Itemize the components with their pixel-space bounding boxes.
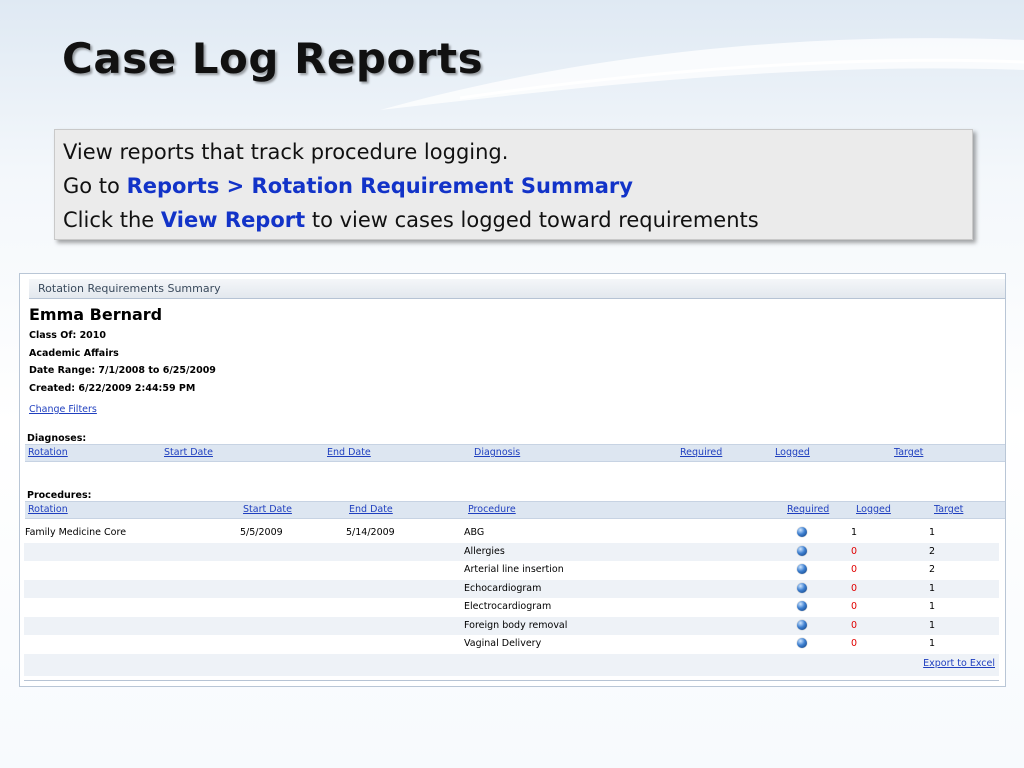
required-indicator-icon: [797, 527, 807, 537]
report-panel: Rotation Requirements Summary Emma Berna…: [19, 273, 1006, 687]
diagnoses-sort-start-date[interactable]: Start Date: [164, 447, 213, 458]
cell-logged: 1: [851, 527, 858, 538]
cell-target: 2: [929, 564, 936, 575]
cell-logged: 0: [851, 564, 858, 575]
table-row: Family Medicine Core 5/5/2009 5/14/2009 …: [24, 524, 999, 543]
callout-menu-path: Reports > Rotation Requirement Summary: [126, 174, 633, 198]
callout-line-1-text: View reports that track procedure loggin…: [63, 140, 509, 164]
required-indicator-icon: [797, 564, 807, 574]
table-row: Vaginal Delivery 0 1: [24, 635, 999, 654]
student-name: Emma Bernard: [29, 305, 163, 324]
cell-procedure: Allergies: [464, 545, 505, 557]
cell-procedure: Vaginal Delivery: [464, 638, 542, 649]
diagnoses-sort-end-date[interactable]: End Date: [327, 447, 371, 458]
procedures-sort-start-date[interactable]: Start Date: [243, 504, 292, 515]
diagnoses-column-headers: Rotation Start Date End Date Diagnosis R…: [25, 444, 1005, 462]
procedures-sort-required[interactable]: Required: [787, 504, 829, 515]
class-of: Class Of: 2010: [29, 330, 107, 341]
cell-logged: 0: [851, 601, 858, 612]
cell-rotation: Family Medicine Core: [25, 527, 127, 538]
procedures-sort-end-date[interactable]: End Date: [349, 504, 393, 515]
cell-target: 2: [929, 545, 936, 557]
procedures-sort-rotation[interactable]: Rotation: [28, 504, 68, 515]
report-footer: Export to Excel: [24, 654, 999, 676]
table-row: Allergies 0 2: [24, 542, 999, 561]
procedures-sort-procedure[interactable]: Procedure: [468, 504, 516, 515]
slide-title: Case Log Reports: [62, 34, 484, 83]
report-bottom-divider: [24, 680, 999, 681]
instruction-callout: View reports that track procedure loggin…: [54, 129, 973, 240]
table-row: Echocardiogram 0 1: [24, 579, 999, 598]
cell-target: 1: [929, 601, 936, 612]
callout-line-3-prefix: Click the: [63, 208, 161, 232]
cell-end-date: 5/14/2009: [346, 527, 395, 538]
diagnoses-sort-logged[interactable]: Logged: [775, 447, 810, 458]
callout-line-1: View reports that track procedure loggin…: [63, 137, 964, 171]
required-indicator-icon: [797, 619, 807, 630]
diagnoses-sort-rotation[interactable]: Rotation: [28, 447, 68, 458]
change-filters-link[interactable]: Change Filters: [29, 404, 97, 415]
cell-target: 1: [929, 638, 936, 649]
callout-line-3-suffix: to view cases logged toward requirements: [305, 208, 759, 232]
procedures-column-headers: Rotation Start Date End Date Procedure R…: [25, 501, 1005, 519]
diagnoses-sort-target[interactable]: Target: [894, 447, 923, 458]
procedures-sort-target[interactable]: Target: [934, 504, 963, 515]
diagnoses-sort-diagnosis[interactable]: Diagnosis: [474, 447, 520, 458]
date-range: Date Range: 7/1/2008 to 6/25/2009: [29, 365, 216, 376]
required-indicator-icon: [797, 582, 807, 593]
callout-line-2-prefix: Go to: [63, 174, 127, 198]
report-header: Rotation Requirements Summary: [29, 279, 1005, 299]
callout-line-3: Click the View Report to view cases logg…: [63, 205, 964, 239]
required-indicator-icon: [797, 638, 807, 648]
procedures-table-body: Family Medicine Core 5/5/2009 5/14/2009 …: [24, 524, 999, 654]
callout-view-report: View Report: [160, 208, 306, 232]
cell-procedure: Electrocardiogram: [464, 601, 552, 612]
diagnoses-sort-required[interactable]: Required: [680, 447, 722, 458]
cell-target: 1: [929, 619, 936, 631]
required-indicator-icon: [797, 545, 807, 556]
table-row: Foreign body removal 0 1: [24, 616, 999, 635]
cell-procedure: Arterial line insertion: [464, 564, 564, 575]
callout-line-2: Go to Reports > Rotation Requirement Sum…: [63, 171, 964, 205]
diagnoses-label: Diagnoses:: [27, 433, 87, 444]
table-row: Electrocardiogram 0 1: [24, 598, 999, 617]
cell-procedure: Foreign body removal: [464, 619, 568, 631]
cell-logged: 0: [851, 545, 858, 557]
cell-logged: 0: [851, 619, 858, 631]
created-timestamp: Created: 6/22/2009 2:44:59 PM: [29, 383, 196, 394]
table-row: Arterial line insertion 0 2: [24, 561, 999, 580]
cell-procedure: ABG: [464, 527, 485, 538]
cell-start-date: 5/5/2009: [240, 527, 283, 538]
procedures-label: Procedures:: [27, 490, 92, 501]
cell-logged: 0: [851, 582, 858, 594]
required-indicator-icon: [797, 601, 807, 611]
procedures-sort-logged[interactable]: Logged: [856, 504, 891, 515]
cell-target: 1: [929, 527, 936, 538]
department: Academic Affairs: [29, 348, 119, 359]
cell-logged: 0: [851, 638, 858, 649]
cell-target: 1: [929, 582, 936, 594]
export-to-excel-link[interactable]: Export to Excel: [923, 658, 995, 669]
cell-procedure: Echocardiogram: [464, 582, 542, 594]
